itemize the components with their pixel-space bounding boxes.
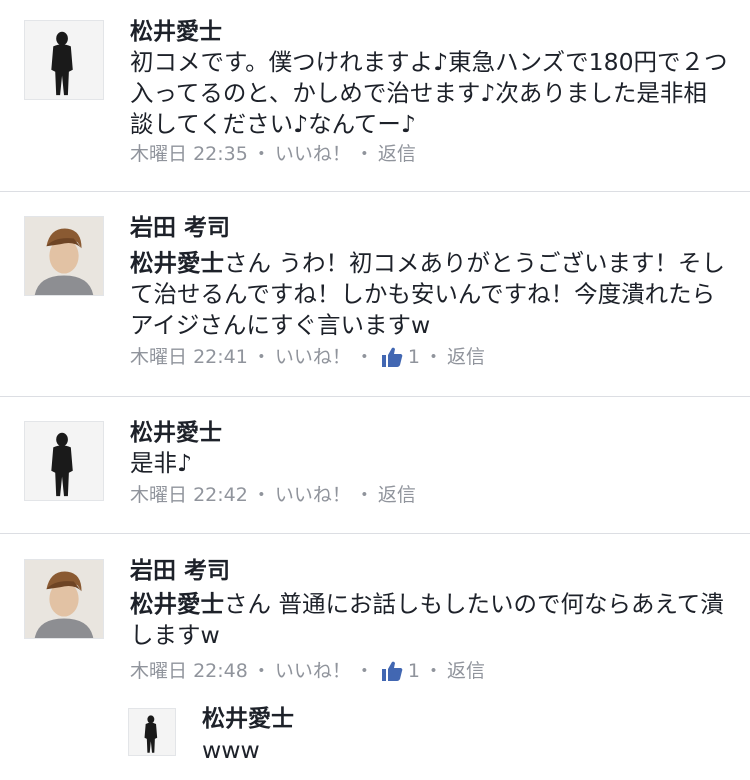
meta-separator: ・	[354, 346, 374, 368]
person-photo-icon	[129, 709, 175, 755]
meta-separator: ・	[251, 660, 271, 682]
reply-text: www	[202, 736, 260, 764]
meta-separator: ・	[423, 660, 443, 682]
divider	[0, 533, 750, 534]
comment-day: 木曜日	[130, 143, 188, 165]
meta-separator: ・	[354, 143, 374, 165]
comment-day: 木曜日	[130, 346, 188, 368]
comment-body: 是非♪	[130, 449, 192, 477]
person-photo-icon	[25, 560, 103, 638]
comment-meta: 木曜日 22:42 ・ いいね！ ・ 返信	[130, 482, 416, 508]
comment-time[interactable]: 22:48	[193, 658, 248, 684]
reply-button[interactable]: 返信	[378, 482, 416, 508]
avatar[interactable]	[24, 559, 104, 639]
meta-separator: ・	[251, 346, 271, 368]
like-button[interactable]: いいね！	[275, 344, 351, 370]
comment-day: 木曜日	[130, 484, 188, 506]
reply-author[interactable]: 松井愛士	[202, 705, 294, 733]
comment-author[interactable]: 松井愛士	[130, 419, 222, 447]
comment-day: 木曜日	[130, 660, 188, 682]
person-photo-icon	[25, 422, 103, 500]
mention-link[interactable]: 松井愛士	[130, 249, 224, 277]
avatar[interactable]	[24, 421, 104, 501]
reply-button[interactable]: 返信	[378, 141, 416, 167]
reply-button[interactable]: 返信	[447, 344, 485, 370]
meta-separator: ・	[354, 484, 374, 506]
divider	[0, 191, 750, 192]
person-photo-icon	[25, 217, 103, 295]
comment-text: 松井愛士さん うわ！初コメありがとうございます！そして治せるんですね！しかも安い…	[130, 248, 730, 341]
comment-text: 初コメです。僕つけれますよ♪東急ハンズで180円で２つ入ってるのと、かしめで治せ…	[130, 47, 730, 140]
comment-author[interactable]: 岩田 考司	[130, 557, 230, 585]
comment-time[interactable]: 22:41	[193, 344, 248, 370]
reply-button[interactable]: 返信	[447, 658, 485, 684]
mention-link[interactable]: 松井愛士	[130, 590, 224, 618]
comment-body: 初コメです。僕つけれますよ♪東急ハンズで180円で２つ入ってるのと、かしめで治せ…	[130, 48, 728, 138]
meta-separator: ・	[354, 660, 374, 682]
comment-meta: 木曜日 22:35 ・ いいね！ ・ 返信	[130, 141, 416, 167]
comment-author[interactable]: 松井愛士	[130, 18, 222, 46]
thumbs-up-icon[interactable]	[380, 659, 404, 683]
meta-separator: ・	[423, 346, 443, 368]
like-button[interactable]: いいね！	[275, 141, 351, 167]
meta-separator: ・	[251, 143, 271, 165]
divider	[0, 396, 750, 397]
comment-author[interactable]: 岩田 考司	[130, 214, 230, 242]
comment-meta: 木曜日 22:41 ・ いいね！ ・ 1 ・ 返信	[130, 344, 485, 370]
comment-text: 松井愛士さん 普通にお話しもしたいので何ならあえて潰しますw	[130, 589, 730, 651]
avatar[interactable]	[24, 216, 104, 296]
like-button[interactable]: いいね！	[275, 482, 351, 508]
comment-time[interactable]: 22:42	[193, 482, 248, 508]
meta-separator: ・	[251, 484, 271, 506]
person-photo-icon	[25, 21, 103, 99]
thumbs-up-icon[interactable]	[380, 345, 404, 369]
like-count: 1	[407, 660, 420, 682]
avatar[interactable]	[24, 20, 104, 100]
comment-text: 是非♪	[130, 448, 730, 479]
comment-meta: 木曜日 22:48 ・ いいね！ ・ 1 ・ 返信	[130, 658, 485, 684]
comment-time[interactable]: 22:35	[193, 141, 248, 167]
avatar[interactable]	[128, 708, 176, 756]
like-count: 1	[407, 346, 420, 368]
like-button[interactable]: いいね！	[275, 658, 351, 684]
